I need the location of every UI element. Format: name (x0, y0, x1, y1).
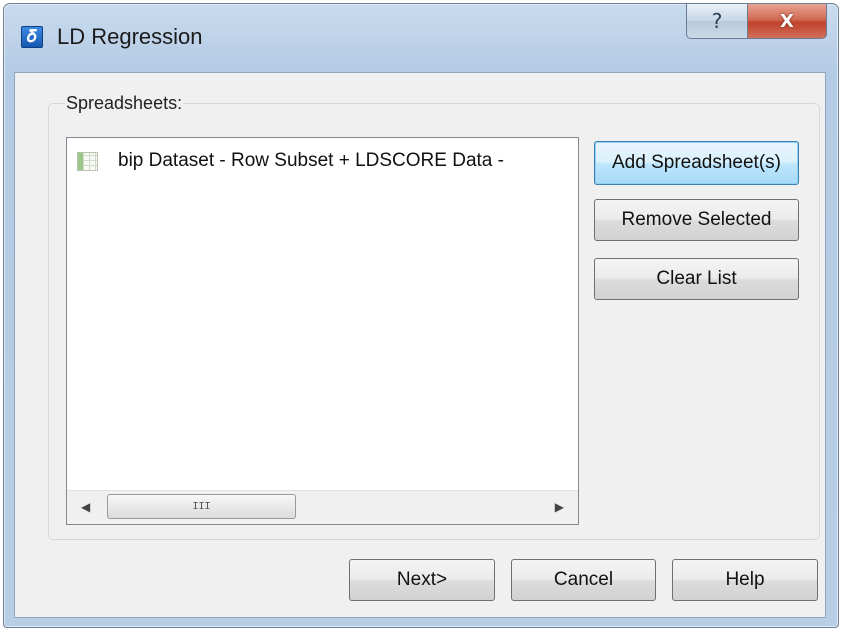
window-title: LD Regression (57, 24, 203, 49)
app-logo-icon: 𝛿 (21, 26, 43, 48)
close-button[interactable]: X (747, 4, 827, 39)
scrollbar-grip: III (192, 501, 211, 512)
clear-list-button[interactable]: Clear List (594, 258, 799, 300)
title-help-button[interactable]: ? (686, 4, 748, 39)
add-spreadsheets-button[interactable]: Add Spreadsheet(s) (594, 141, 799, 185)
title-bar[interactable]: 𝛿 LD Regression ? X (4, 4, 838, 72)
horizontal-scrollbar[interactable]: ◀ III ▶ (67, 490, 578, 524)
scroll-left-arrow-icon[interactable]: ◀ (81, 500, 90, 514)
next-button[interactable]: Next> (349, 559, 495, 601)
question-mark-icon: ? (711, 9, 723, 33)
list-item-label: bip Dataset - Row Subset + LDSCORE Data … (118, 150, 504, 171)
list-item[interactable]: bip Dataset - Row Subset + LDSCORE Data … (77, 149, 504, 173)
close-icon: X (780, 10, 794, 32)
dialog-window: 𝛿 LD Regression ? X Spreadsheets: bip Da… (3, 3, 839, 628)
spreadsheet-icon (77, 151, 98, 171)
spreadsheet-list[interactable]: bip Dataset - Row Subset + LDSCORE Data … (66, 137, 579, 525)
scroll-right-arrow-icon[interactable]: ▶ (555, 500, 564, 514)
spreadsheets-group-label: Spreadsheets: (65, 93, 184, 114)
scrollbar-thumb[interactable]: III (107, 494, 296, 519)
dialog-client-area: Spreadsheets: bip Dataset - Row Subset +… (14, 72, 826, 618)
cancel-button[interactable]: Cancel (511, 559, 656, 601)
help-button[interactable]: Help (672, 559, 818, 601)
remove-selected-button[interactable]: Remove Selected (594, 199, 799, 241)
